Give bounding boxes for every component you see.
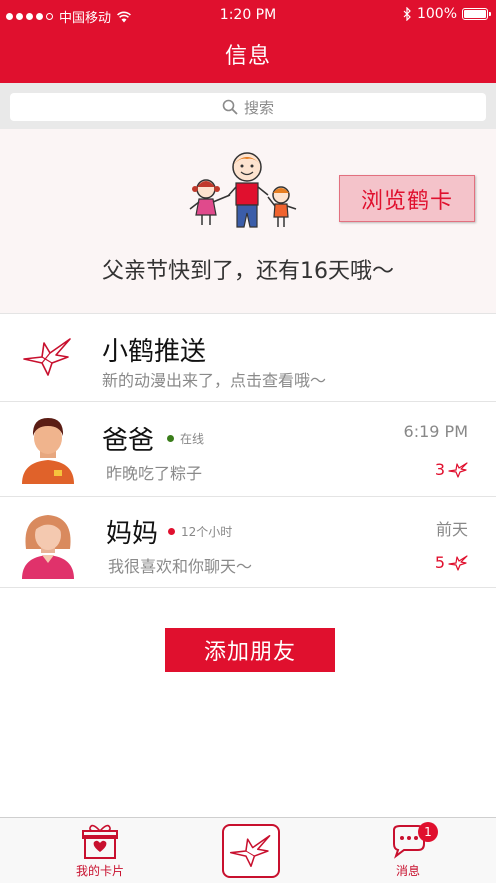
status-dot: [168, 528, 175, 535]
item-preview: 我很喜欢和你聊天～: [108, 557, 253, 576]
battery-icon: [462, 8, 491, 20]
status-label: 12个小时: [181, 525, 233, 539]
search-input[interactable]: 搜索: [10, 93, 486, 121]
crane-icon: [448, 554, 468, 571]
count-value: 5: [434, 553, 445, 572]
family-illustration: [189, 152, 297, 228]
status-bar: 中国移动 1:20 PM 100%: [0, 0, 496, 30]
battery-percent: 100%: [416, 6, 457, 22]
bluetooth-icon: [403, 7, 411, 21]
online-status: 在线: [167, 430, 204, 447]
list-item-dad[interactable]: 爸爸 在线 昨晚吃了粽子 6:19 PM 3: [0, 402, 496, 497]
gift-icon: [82, 824, 118, 859]
count-value: 3: [434, 460, 445, 479]
item-preview: 昨晚吃了粽子: [106, 464, 203, 483]
banner-message: 父亲节快到了，还有16天哦～: [102, 259, 394, 284]
item-time: 6:19 PM: [403, 422, 468, 441]
item-name: 妈妈: [106, 519, 159, 549]
item-time: 前天: [435, 520, 468, 539]
status-right: 100%: [403, 6, 491, 22]
search-icon: [222, 99, 238, 115]
browse-cards-button[interactable]: 浏览鹤卡: [339, 175, 475, 222]
last-seen-status: 12个小时: [168, 523, 232, 540]
item-preview: 新的动漫出来了，点击查看哦～: [102, 371, 327, 390]
search-bar: 搜索: [0, 83, 496, 129]
crane-icon: [229, 835, 271, 867]
status-label: 在线: [180, 432, 205, 446]
status-dot: [167, 435, 174, 442]
holiday-banner: 浏览鹤卡 父亲节快到了，还有16天哦～: [0, 129, 496, 314]
crane-icon: [448, 461, 468, 478]
tab-my-cards[interactable]: 我的卡片: [68, 818, 132, 883]
item-name: 爸爸: [102, 426, 155, 456]
unread-badge: 1: [418, 822, 438, 842]
list-item-push[interactable]: 小鹤推送 新的动漫出来了，点击查看哦～: [0, 315, 496, 402]
unread-count: 3: [435, 460, 468, 479]
add-friend-button[interactable]: 添加朋友: [165, 628, 335, 672]
list-item-mom[interactable]: 妈妈 12个小时 我很喜欢和你聊天～ 前天 5: [0, 497, 496, 588]
mom-avatar: [22, 515, 74, 579]
search-placeholder: 搜索: [243, 98, 274, 117]
tab-crane[interactable]: [222, 824, 280, 878]
page-title: 信息: [224, 44, 271, 69]
item-name: 小鹤推送: [102, 337, 207, 367]
dad-avatar: [22, 418, 74, 484]
unread-count: 5: [435, 553, 468, 572]
tab-label: 消息: [395, 864, 420, 878]
app-header: 中国移动 1:20 PM 100% 信息: [0, 0, 496, 83]
crane-icon: [23, 338, 71, 376]
tab-bar: 我的卡片 消息 1: [0, 817, 496, 883]
tab-label: 我的卡片: [75, 864, 124, 878]
